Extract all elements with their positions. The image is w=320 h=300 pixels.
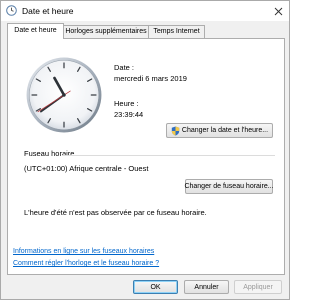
dst-note: L'heure d'été n'est pas observée par ce … <box>24 208 207 217</box>
timezone-section-label: Fuseau horaire <box>24 149 75 158</box>
date-value: mercredi 6 mars 2019 <box>114 74 187 83</box>
tab-internet-time[interactable]: Temps Internet <box>148 25 205 38</box>
analog-clock <box>26 57 102 133</box>
clock-icon <box>6 5 17 16</box>
time-label: Heure : <box>114 99 139 108</box>
ok-button[interactable]: OK <box>133 280 178 294</box>
tab-panel: Date : mercredi 6 mars 2019 Heure : 23:3… <box>7 38 285 275</box>
tab-date-time[interactable]: Date et heure <box>7 23 64 39</box>
tab-additional-clocks[interactable]: Horloges supplémentaires <box>63 25 149 38</box>
clock-help-link[interactable]: Comment régler l'horloge et le fuseau ho… <box>13 260 159 267</box>
window-title: Date et heure <box>22 6 74 16</box>
close-button[interactable] <box>271 4 285 18</box>
cancel-button[interactable]: Annuler <box>184 280 229 294</box>
change-timezone-label: Changer de fuseau horaire... <box>184 183 274 190</box>
close-icon <box>274 7 282 15</box>
change-timezone-button[interactable]: Changer de fuseau horaire... <box>184 179 274 194</box>
date-time-dialog: Date et heure Date et heure Horloges sup… <box>0 0 290 300</box>
change-date-time-label: Changer la date et l'heure... <box>181 127 269 134</box>
apply-button[interactable]: Appliquer <box>234 280 282 294</box>
timezone-info-link[interactable]: Informations en ligne sur les fuseaux ho… <box>13 248 154 255</box>
time-value: 23:39:44 <box>114 110 144 119</box>
uac-shield-icon <box>171 126 180 136</box>
title-bar: Date et heure <box>1 1 289 21</box>
section-divider <box>62 155 275 156</box>
timezone-value: (UTC+01:00) Afrique centrale - Ouest <box>24 164 149 173</box>
tab-bar: Date et heure Horloges supplémentaires T… <box>7 23 285 39</box>
change-date-time-button[interactable]: Changer la date et l'heure... <box>166 123 273 138</box>
date-label: Date : <box>114 63 135 72</box>
